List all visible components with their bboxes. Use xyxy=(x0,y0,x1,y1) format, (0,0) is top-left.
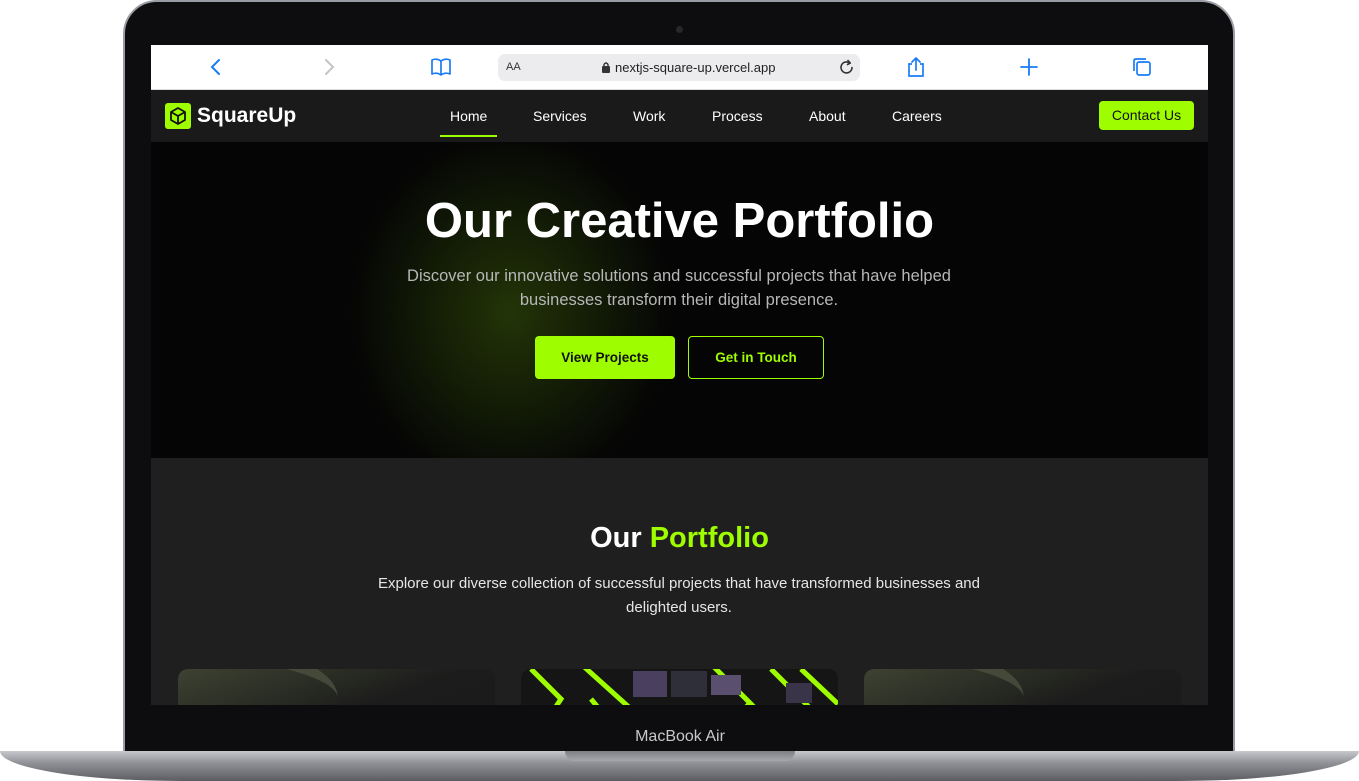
nav-home[interactable]: Home xyxy=(450,108,487,124)
view-projects-button[interactable]: View Projects xyxy=(535,336,675,379)
nav-careers[interactable]: Careers xyxy=(892,108,942,124)
tabs-overview-icon[interactable] xyxy=(1131,56,1153,78)
site-navbar: SquareUp Home Services Work Process Abou… xyxy=(151,90,1208,142)
url-text: nextjs-square-up.vercel.app xyxy=(615,60,776,75)
card-wave-shape xyxy=(178,669,343,705)
get-in-touch-button[interactable]: Get in Touch xyxy=(688,336,824,379)
reload-icon[interactable] xyxy=(838,59,855,76)
browser-toolbar: AA nextjs-square-up.vercel.app xyxy=(151,45,1208,90)
active-nav-indicator xyxy=(440,135,497,137)
portfolio-title-accent: Portfolio xyxy=(649,522,769,554)
new-tab-icon[interactable] xyxy=(1018,56,1040,78)
portfolio-card[interactable] xyxy=(178,669,495,705)
text-size-button[interactable]: AA xyxy=(506,61,521,73)
portfolio-subtitle: Explore our diverse collection of succes… xyxy=(378,575,980,616)
webcam xyxy=(676,26,683,33)
portfolio-card[interactable] xyxy=(521,669,838,705)
browser-screen: AA nextjs-square-up.vercel.app SquareUp … xyxy=(151,45,1208,705)
card-wave-shape xyxy=(864,669,1029,705)
bookmarks-icon[interactable] xyxy=(430,56,452,78)
nav-process[interactable]: Process xyxy=(712,108,763,124)
portfolio-section: Our Portfolio Explore our diverse collec… xyxy=(151,458,1208,705)
laptop-notch xyxy=(565,751,795,761)
hero-section: Our Creative Portfolio Discover our inno… xyxy=(151,142,1208,458)
device-label: MacBook Air xyxy=(635,728,725,745)
portfolio-card[interactable] xyxy=(864,669,1181,705)
hero-title: Our Creative Portfolio xyxy=(424,194,935,248)
logo-text[interactable]: SquareUp xyxy=(197,104,296,128)
card-thumbnail-devices xyxy=(521,669,838,705)
portfolio-title: Our Portfolio xyxy=(151,522,1208,555)
back-icon[interactable] xyxy=(205,56,227,78)
logo-cube-icon[interactable] xyxy=(165,103,191,129)
hero-subtitle: Discover our innovative solutions and su… xyxy=(407,267,951,309)
lock-icon xyxy=(602,62,610,73)
forward-icon[interactable] xyxy=(318,56,340,78)
share-icon[interactable] xyxy=(905,56,927,78)
contact-us-button[interactable]: Contact Us xyxy=(1099,101,1194,130)
nav-services[interactable]: Services xyxy=(533,108,587,124)
nav-work[interactable]: Work xyxy=(633,108,665,124)
address-bar[interactable]: AA nextjs-square-up.vercel.app xyxy=(498,54,860,81)
portfolio-title-plain: Our xyxy=(590,522,642,554)
nav-about[interactable]: About xyxy=(809,108,846,124)
